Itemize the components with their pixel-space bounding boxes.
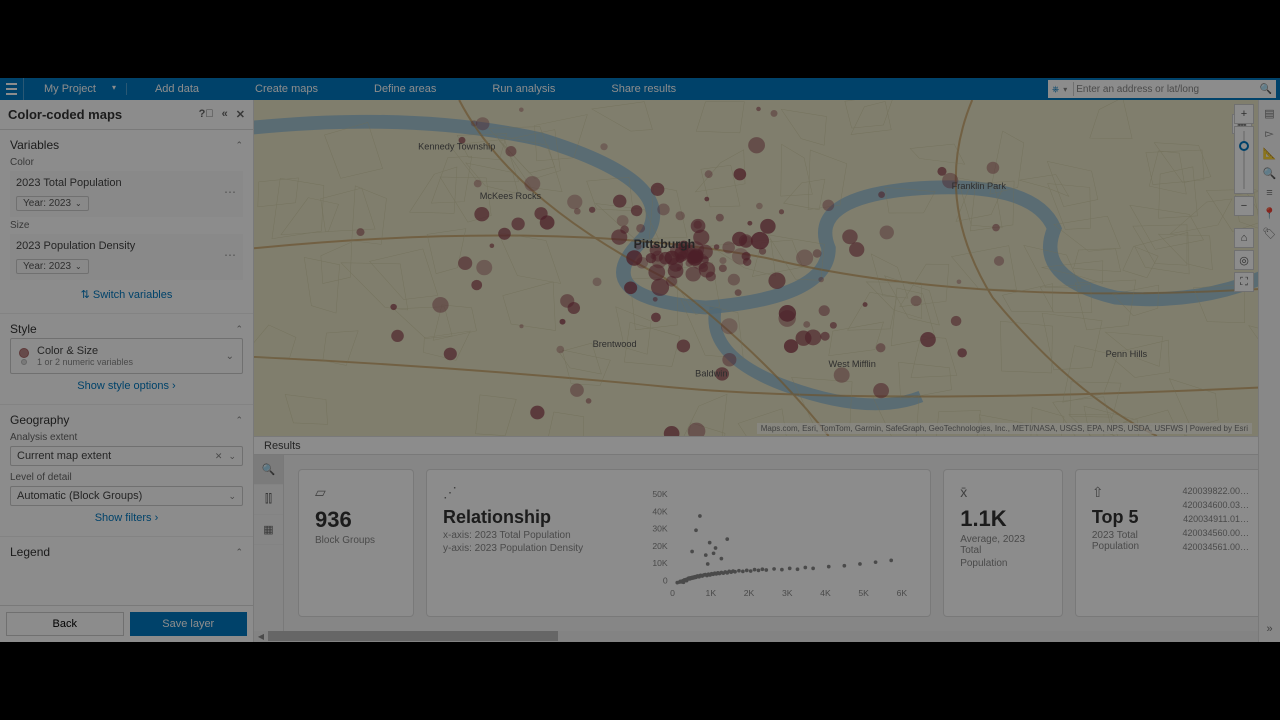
extent-select[interactable]: Current map extent ✕⌄	[10, 446, 243, 466]
list-icon[interactable]: ≡	[1263, 186, 1277, 200]
switch-variables-link[interactable]: ⇅ Switch variables	[10, 282, 243, 307]
home-extent-icon[interactable]: ⌂	[1234, 228, 1254, 248]
polygon-icon: ▱	[315, 484, 397, 501]
svg-text:Kennedy Township: Kennedy Township	[418, 142, 495, 152]
size-year-dropdown[interactable]: Year: 2023	[16, 259, 89, 274]
color-year-dropdown[interactable]: Year: 2023	[16, 196, 89, 211]
pointer-icon[interactable]: ▻	[1263, 126, 1277, 140]
svg-text:40K: 40K	[652, 506, 668, 516]
tab-define-areas[interactable]: Define areas	[346, 83, 464, 95]
relationship-card: ⋰ Relationship x-axis: 2023 Total Popula…	[426, 469, 931, 617]
svg-text:3K: 3K	[782, 588, 793, 598]
svg-text:30K: 30K	[652, 524, 668, 534]
fullscreen-icon[interactable]: ⛶	[1234, 272, 1254, 292]
top5-card: ⇧ Top 5 2023 Total Population 420039822.…	[1075, 469, 1266, 617]
tab-share-results[interactable]: Share results	[583, 83, 704, 95]
search-icon[interactable]: 🔍	[1263, 166, 1277, 180]
search-icon[interactable]: 🔍	[1256, 84, 1276, 95]
city-label: Pittsburgh	[634, 237, 696, 251]
top-toolbar: My Project Add data Create maps Define a…	[0, 78, 1280, 100]
tab-create-maps[interactable]: Create maps	[227, 83, 346, 95]
svg-text:10K: 10K	[652, 558, 668, 568]
svg-text:50K: 50K	[652, 489, 668, 499]
results-tab-chart[interactable]: ⫿⫿	[254, 485, 283, 515]
svg-text:West Mifflin: West Mifflin	[829, 359, 876, 369]
layers-icon[interactable]: ▤	[1263, 106, 1277, 120]
color-label: Color	[10, 157, 243, 168]
right-rail: ▤ ▻ 📐 🔍 ≡ 📍 🏷 »	[1258, 100, 1280, 642]
collapse-right-icon[interactable]: »	[1263, 622, 1277, 636]
map-canvas[interactable]: Pittsburgh Kennedy Township McKees Rocks…	[254, 100, 1280, 436]
top5-ids: 420039822.00…420034600.03…420034911.01…4…	[1182, 484, 1249, 602]
svg-text:2K: 2K	[744, 588, 755, 598]
results-tab-summary[interactable]: 🔍	[254, 455, 283, 485]
chevron-down-icon[interactable]: ⌄	[228, 451, 236, 462]
zoom-slider[interactable]	[1234, 126, 1254, 194]
clear-icon[interactable]: ✕	[215, 451, 223, 462]
search-bar[interactable]: ⎈ ▾ Enter an address or lat/long 🔍	[1048, 80, 1276, 98]
svg-text:6K: 6K	[897, 588, 908, 598]
color-variable-box: 2023 Total Population Year: 2023 ⋯	[10, 171, 243, 217]
chevron-down-icon[interactable]: ⌄	[228, 491, 236, 502]
tab-add-data[interactable]: Add data	[127, 83, 227, 95]
section-style[interactable]: Style	[10, 320, 243, 338]
panel-title: Color-coded maps	[8, 107, 122, 122]
tab-run-analysis[interactable]: Run analysis	[464, 83, 583, 95]
results-tab-table[interactable]: ▦	[254, 515, 283, 545]
measure-icon[interactable]: 📐	[1263, 146, 1277, 160]
map-attribution: Maps.com, Esri, TomTom, Garmin, SafeGrap…	[757, 423, 1252, 434]
svg-text:Penn Hills: Penn Hills	[1106, 349, 1148, 359]
detail-select[interactable]: Automatic (Block Groups) ⌄	[10, 486, 243, 506]
search-placeholder: Enter an address or lat/long	[1076, 84, 1255, 95]
style-selector[interactable]: Color & Size 1 or 2 numeric variables ⌄	[10, 338, 243, 374]
show-filters-link[interactable]: Show filters	[10, 506, 243, 530]
svg-text:20K: 20K	[652, 541, 668, 551]
svg-text:McKees Rocks: McKees Rocks	[480, 191, 542, 201]
tag-icon[interactable]: 🏷	[1263, 226, 1277, 240]
count-card: ▱ 936 Block Groups	[298, 469, 414, 617]
color-variable-menu-icon[interactable]: ⋯	[224, 185, 237, 199]
scatter-plot: 50K 40K 30K 20K 10K 0 0 1K 2K 3K 4K 5K 6K	[643, 484, 914, 602]
collapse-icon[interactable]: «	[222, 108, 228, 121]
size-label: Size	[10, 220, 243, 231]
svg-text:5K: 5K	[858, 588, 869, 598]
pin-icon[interactable]: ⎈	[1048, 84, 1063, 95]
results-cards: ▱ 936 Block Groups ⋰ Relationship x-axis…	[284, 455, 1280, 631]
side-panel: Color-coded maps ?⃝ « ✕ Variables Color …	[0, 100, 254, 642]
size-variable-menu-icon[interactable]: ⋯	[224, 248, 237, 262]
svg-text:Franklin Park: Franklin Park	[952, 181, 1007, 191]
average-card: x̄ 1.1K Average, 2023 Total Population	[943, 469, 1063, 617]
up-arrow-icon: ⇧	[1092, 484, 1183, 501]
svg-text:4K: 4K	[820, 588, 831, 598]
svg-text:0: 0	[670, 588, 675, 598]
save-layer-button[interactable]: Save layer	[130, 612, 248, 636]
pin-icon[interactable]: 📍	[1263, 206, 1277, 220]
scatter-icon: ⋰	[443, 484, 623, 501]
locate-icon[interactable]: ◎	[1234, 250, 1254, 270]
search-scope-chevron[interactable]: ▾	[1063, 85, 1071, 94]
svg-text:Brentwood: Brentwood	[593, 339, 637, 349]
menu-icon[interactable]	[0, 78, 24, 100]
back-button[interactable]: Back	[6, 612, 124, 636]
section-geography[interactable]: Geography	[10, 411, 243, 429]
size-variable-box: 2023 Population Density Year: 2023 ⋯	[10, 234, 243, 280]
zoom-out-icon[interactable]: −	[1234, 196, 1254, 216]
workflow-tabs: Add data Create maps Define areas Run an…	[127, 83, 704, 95]
svg-text:1K: 1K	[706, 588, 717, 598]
zoom-in-icon[interactable]: +	[1234, 104, 1254, 124]
help-icon[interactable]: ?⃝	[199, 108, 214, 121]
style-options-link[interactable]: Show style options	[10, 374, 243, 398]
results-scrollbar[interactable]: ◀ ▶	[254, 631, 1280, 642]
chevron-down-icon: ⌄	[226, 351, 234, 362]
svg-text:Baldwin: Baldwin	[695, 369, 727, 379]
average-icon: x̄	[960, 484, 1046, 500]
results-title: Results	[264, 440, 301, 452]
section-legend[interactable]: Legend	[10, 543, 243, 561]
section-variables[interactable]: Variables	[10, 136, 243, 154]
close-icon[interactable]: ✕	[236, 108, 245, 121]
svg-text:0: 0	[663, 576, 668, 586]
results-panel: Results ⌄ 🔍 ⫿⫿ ▦ ▱ 936 Block Groups	[254, 436, 1280, 642]
project-switcher[interactable]: My Project	[24, 83, 127, 95]
